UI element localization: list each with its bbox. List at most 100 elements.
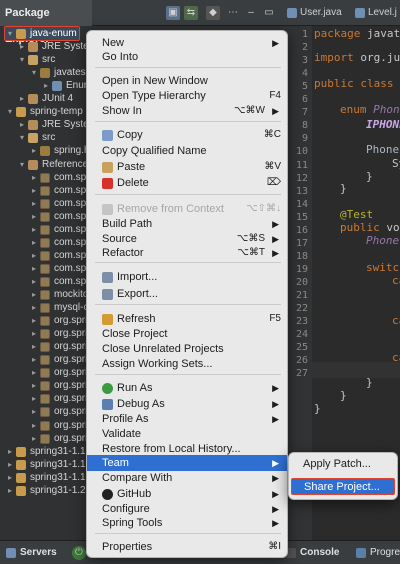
menu-item-show-in[interactable]: Show In ⌥⌘W ▶ <box>87 103 287 119</box>
tab-user-java[interactable]: User.java <box>284 0 346 26</box>
menu-item-build-path[interactable]: Build Path ▶ <box>87 216 287 232</box>
menu-item-share-project[interactable]: Share Project... <box>291 478 395 495</box>
menu-item-label: Assign Working Sets... <box>102 358 213 370</box>
menu-item-refactor[interactable]: Refactor ⌥⌘T ▶ <box>87 245 287 261</box>
line-number: 25 <box>295 342 308 354</box>
collapsed-arrow-icon[interactable]: ▸ <box>6 458 14 472</box>
menu-item-validate[interactable]: Validate <box>87 426 287 442</box>
collapsed-arrow-icon[interactable]: ▸ <box>30 262 38 276</box>
menu-item-run-as[interactable]: Run As ▶ <box>87 380 287 396</box>
tab-console[interactable]: Console <box>282 541 340 564</box>
expanded-arrow-icon[interactable]: ▾ <box>6 27 14 41</box>
menu-item-copy-qualified-name[interactable]: Copy Qualified Name <box>87 143 287 159</box>
code-line: } <box>366 376 373 389</box>
submenu-arrow-icon: ▶ <box>272 414 279 424</box>
collapsed-arrow-icon[interactable]: ▸ <box>30 184 38 198</box>
menu-item-export[interactable]: Export... <box>87 286 287 302</box>
menu-item-import[interactable]: Import... <box>87 269 287 285</box>
collapsed-arrow-icon[interactable]: ▸ <box>30 171 38 185</box>
menu-item-team[interactable]: Team ▶ <box>87 455 287 471</box>
collapsed-arrow-icon[interactable]: ▸ <box>18 118 26 132</box>
progress-icon <box>356 548 366 558</box>
expanded-arrow-icon[interactable]: ▾ <box>18 158 26 172</box>
tab-package-explorer[interactable]: Package Explorer <box>0 0 92 45</box>
collapsed-arrow-icon[interactable]: ▸ <box>30 366 38 380</box>
menu-item-compare-with[interactable]: Compare With ▶ <box>87 470 287 486</box>
collapsed-arrow-icon[interactable]: ▸ <box>30 288 38 302</box>
tab-progress[interactable]: Progre <box>352 541 400 564</box>
collapsed-arrow-icon[interactable]: ▸ <box>30 197 38 211</box>
menu-item-assign-working-sets[interactable]: Assign Working Sets... <box>87 356 287 372</box>
minimize-icon[interactable]: – <box>244 6 258 20</box>
java-file-icon <box>287 8 297 18</box>
menu-item-open-type-hierarchy[interactable]: Open Type Hierarchy F4 <box>87 88 287 104</box>
menu-item-debug-as[interactable]: Debug As ▶ <box>87 396 287 412</box>
collapsed-arrow-icon[interactable]: ▸ <box>30 301 38 315</box>
tab-level-java[interactable]: Level.j <box>352 0 400 26</box>
menu-item-spring-tools[interactable]: Spring Tools ▶ <box>87 515 287 531</box>
menu-item-close-unrelated-projects[interactable]: Close Unrelated Projects <box>87 341 287 357</box>
collapsed-arrow-icon[interactable]: ▸ <box>30 223 38 237</box>
collapsed-arrow-icon[interactable]: ▸ <box>42 79 50 93</box>
menu-item-apply-patch[interactable]: Apply Patch... <box>291 456 395 473</box>
collapsed-arrow-icon[interactable]: ▸ <box>30 275 38 289</box>
start-server-icon[interactable]: ⏻ <box>72 546 86 560</box>
menu-item-label: Open in New Window <box>102 75 208 87</box>
menu-item-properties[interactable]: Properties ⌘I <box>87 539 287 555</box>
collapsed-arrow-icon[interactable]: ▸ <box>30 419 38 433</box>
focus-icon[interactable]: ◆ <box>206 6 220 20</box>
menu-item-shortcut: F4 <box>269 90 281 101</box>
annotation: @Test <box>340 208 374 221</box>
collapsed-arrow-icon[interactable]: ▸ <box>30 249 38 263</box>
collapsed-arrow-icon[interactable]: ▸ <box>30 144 38 158</box>
line-number: 11 <box>295 159 308 171</box>
tree-node-label: src <box>42 54 56 66</box>
collapsed-arrow-icon[interactable]: ▸ <box>30 379 38 393</box>
jar-icon <box>40 263 50 274</box>
collapsed-arrow-icon[interactable]: ▸ <box>30 340 38 354</box>
menu-item-close-project[interactable]: Close Project <box>87 326 287 342</box>
collapse-all-icon[interactable]: ▣ <box>166 6 180 20</box>
expanded-arrow-icon[interactable]: ▾ <box>30 66 38 80</box>
line-number: 4 <box>301 68 308 80</box>
menu-separator <box>95 533 281 534</box>
menu-item-delete[interactable]: Delete ⌦ <box>87 175 287 191</box>
tree-node-label: com.sp <box>54 262 87 274</box>
link-with-editor-icon[interactable]: ⇆ <box>184 6 198 20</box>
menu-item-refresh[interactable]: Refresh F5 <box>87 311 287 327</box>
collapsed-arrow-icon[interactable]: ▸ <box>30 353 38 367</box>
menu-item-copy[interactable]: Copy ⌘C <box>87 127 287 143</box>
keyword: switc <box>366 261 400 274</box>
collapsed-arrow-icon[interactable]: ▸ <box>6 484 14 498</box>
tab-label: Console <box>300 547 340 558</box>
collapsed-arrow-icon[interactable]: ▸ <box>18 40 26 54</box>
menu-item-label: Run As <box>117 382 153 394</box>
menu-item-profile-as[interactable]: Profile As ▶ <box>87 411 287 427</box>
menu-item-go-into[interactable]: Go Into <box>87 49 287 65</box>
collapsed-arrow-icon[interactable]: ▸ <box>30 236 38 250</box>
expanded-arrow-icon[interactable]: ▾ <box>18 131 26 145</box>
collapsed-arrow-icon[interactable]: ▸ <box>30 314 38 328</box>
code-text: Phone <box>366 234 400 247</box>
line-number: 21 <box>295 290 308 301</box>
collapsed-arrow-icon[interactable]: ▸ <box>30 432 38 446</box>
collapsed-arrow-icon[interactable]: ▸ <box>30 392 38 406</box>
maximize-icon[interactable]: ▭ <box>262 6 276 20</box>
menu-item-open-in-new-window[interactable]: Open in New Window <box>87 73 287 89</box>
code-line: ca <box>392 351 400 364</box>
collapsed-arrow-icon[interactable]: ▸ <box>30 327 38 341</box>
collapsed-arrow-icon[interactable]: ▸ <box>30 405 38 419</box>
collapsed-arrow-icon[interactable]: ▸ <box>30 210 38 224</box>
expanded-arrow-icon[interactable]: ▾ <box>18 53 26 67</box>
collapsed-arrow-icon[interactable]: ▸ <box>18 92 26 106</box>
collapsed-arrow-icon[interactable]: ▸ <box>6 445 14 459</box>
menu-item-github[interactable]: GitHub ▶ <box>87 486 287 502</box>
jar-icon <box>40 224 50 235</box>
collapsed-arrow-icon[interactable]: ▸ <box>6 471 14 485</box>
code-line: Phone <box>366 143 399 156</box>
view-menu-icon[interactable]: ⋯ <box>226 6 240 20</box>
expanded-arrow-icon[interactable]: ▾ <box>6 105 14 119</box>
tab-servers[interactable]: Servers <box>2 541 66 564</box>
line-number: 10 <box>295 146 308 158</box>
menu-item-paste[interactable]: Paste ⌘V <box>87 159 287 175</box>
